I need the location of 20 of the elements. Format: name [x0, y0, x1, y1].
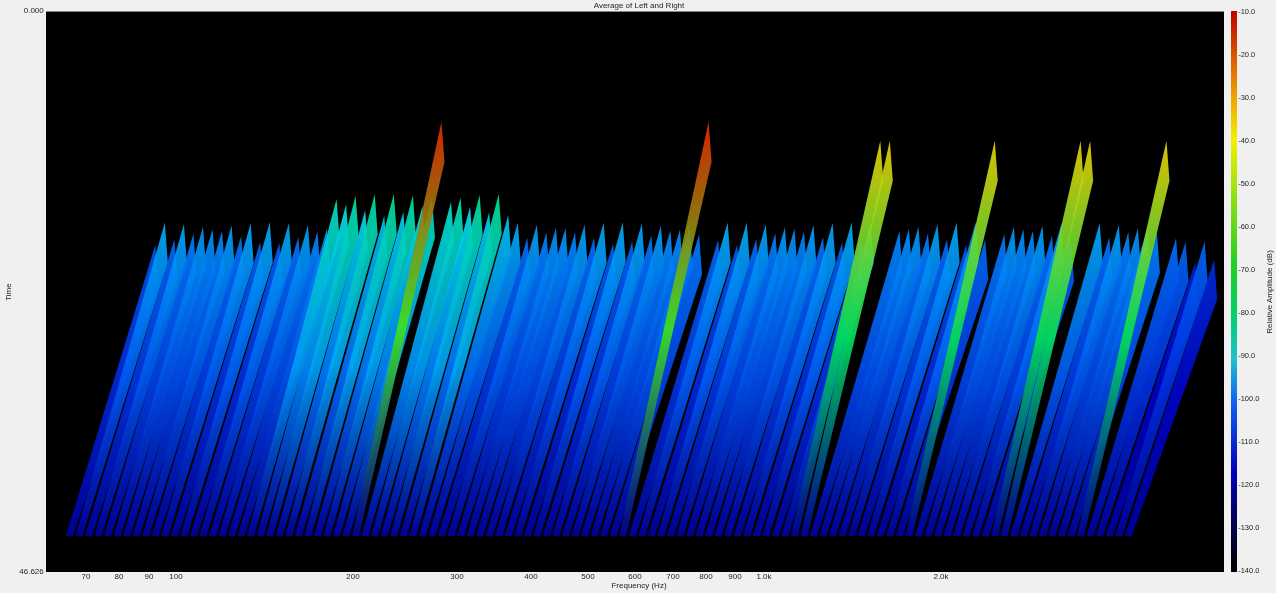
x-tick-label: 400 — [524, 573, 538, 581]
y-tick-label: 46.626 — [19, 568, 44, 576]
y-axis-label: Time — [4, 282, 13, 301]
x-tick-label: 70 — [81, 573, 91, 581]
chart-title: Average of Left and Right — [593, 1, 685, 10]
color-scale-label: Relative Amplitude (dB) — [1266, 249, 1274, 334]
y-tick-label: 0.000 — [23, 7, 44, 15]
x-tick-label: 90 — [144, 573, 154, 581]
x-tick-label: 900 — [728, 573, 742, 581]
x-axis-label: Frequency (Hz) — [611, 582, 667, 590]
x-tick-label: 700 — [666, 573, 680, 581]
x-tick-label: 500 — [581, 573, 595, 581]
x-tick-label: 200 — [346, 573, 360, 581]
x-tick-label: 80 — [114, 573, 124, 581]
x-tick-label: 300 — [450, 573, 464, 581]
x-tick-label: 800 — [699, 573, 713, 581]
x-tick-label: 100 — [169, 573, 183, 581]
x-tick-label: 1.0k — [756, 573, 772, 581]
x-tick-label: 2.0k — [933, 573, 949, 581]
x-tick-label: 600 — [628, 573, 642, 581]
